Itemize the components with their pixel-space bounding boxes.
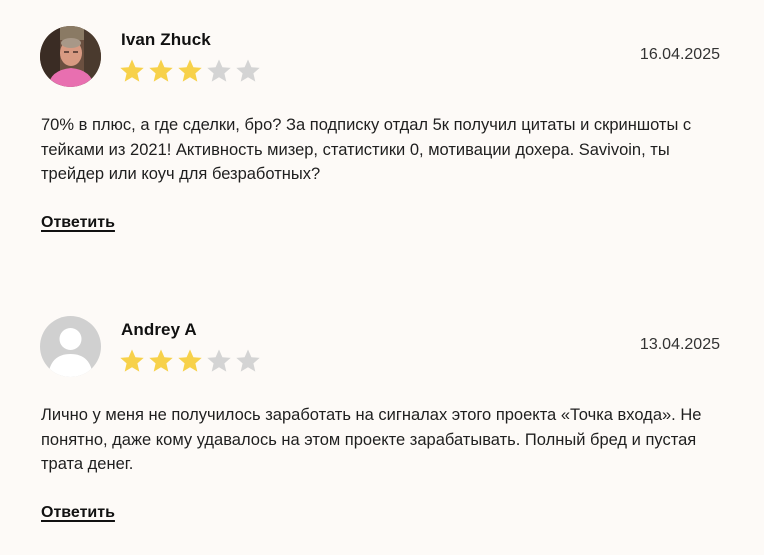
reply-link[interactable]: Ответить <box>41 214 115 232</box>
review-author: Andrey A <box>121 320 197 339</box>
star-filled-icon <box>120 349 144 372</box>
review-date: 16.04.2025 <box>639 46 720 63</box>
review-date: 13.04.2025 <box>639 336 720 353</box>
review-text: 70% в плюс, а где сделки, бро? За подпис… <box>41 116 692 183</box>
star-empty-icon <box>236 349 260 372</box>
star-filled-icon <box>120 59 144 82</box>
star-rating <box>119 348 261 374</box>
review-author: Ivan Zhuck <box>121 30 211 49</box>
star-filled-icon <box>178 349 202 372</box>
avatar <box>40 316 101 377</box>
user-photo-icon <box>40 26 101 87</box>
star-rating <box>119 58 261 84</box>
review-text: Лично у меня не получилось заработать на… <box>41 406 702 473</box>
star-filled-icon <box>178 59 202 82</box>
star-filled-icon <box>149 349 173 372</box>
default-user-avatar-icon <box>40 316 101 377</box>
star-empty-icon <box>236 59 260 82</box>
reply-link[interactable]: Ответить <box>41 504 115 522</box>
star-empty-icon <box>207 59 231 82</box>
star-empty-icon <box>207 349 231 372</box>
avatar <box>40 26 101 87</box>
star-filled-icon <box>149 59 173 82</box>
